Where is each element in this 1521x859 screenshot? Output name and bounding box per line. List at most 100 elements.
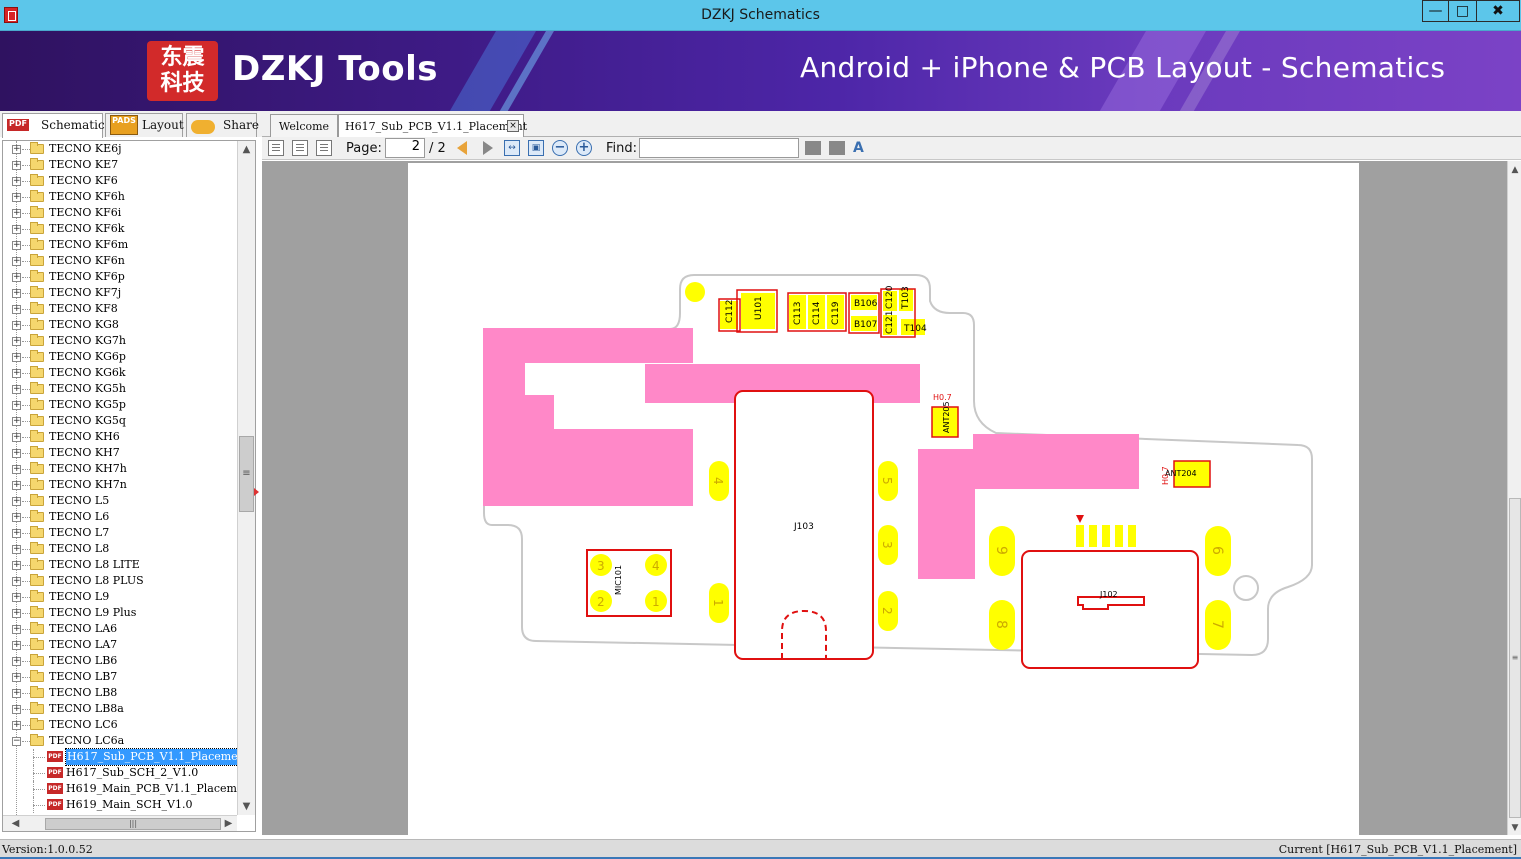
tree-folder[interactable]: + TECNO KE6j xyxy=(3,141,237,157)
expand-icon[interactable]: + xyxy=(12,609,21,618)
splitter-collapse-icon[interactable] xyxy=(254,488,259,496)
scroll-thumb[interactable]: ≡ xyxy=(1509,498,1521,818)
expand-icon[interactable]: + xyxy=(12,257,21,266)
expand-icon[interactable]: + xyxy=(12,497,21,506)
open-document-icon[interactable] xyxy=(268,140,284,156)
expand-icon[interactable]: + xyxy=(12,321,21,330)
find-next-icon[interactable] xyxy=(829,141,845,155)
scroll-thumb[interactable]: ||| xyxy=(45,818,221,830)
expand-icon[interactable]: + xyxy=(12,337,21,346)
fit-width-icon[interactable]: ↔ xyxy=(504,140,520,156)
tree-folder[interactable]: + TECNO L9 xyxy=(3,589,237,605)
expand-icon[interactable]: + xyxy=(12,721,21,730)
tree-folder[interactable]: + TECNO KG6k xyxy=(3,365,237,381)
tree-folder[interactable]: + TECNO KF6k xyxy=(3,221,237,237)
expand-icon[interactable]: + xyxy=(12,417,21,426)
tree-vertical-scrollbar[interactable]: ▲ ≡ ▼ xyxy=(237,141,255,815)
tree-file[interactable]: PDF H619_Main_PCB_V1.1_Placement xyxy=(3,781,237,797)
find-input[interactable] xyxy=(639,138,799,158)
tree-file[interactable]: PDF H617_Sub_SCH_2_V1.0 xyxy=(3,765,237,781)
tree-folder[interactable]: + TECNO L9 Plus xyxy=(3,605,237,621)
expand-icon[interactable]: + xyxy=(12,209,21,218)
tree-folder[interactable]: + TECNO KF6m xyxy=(3,237,237,253)
expand-icon[interactable]: + xyxy=(12,673,21,682)
expand-icon[interactable]: + xyxy=(12,145,21,154)
previous-page-icon[interactable] xyxy=(457,141,467,155)
tree-folder[interactable]: + TECNO KG5q xyxy=(3,413,237,429)
text-highlight-icon[interactable]: A xyxy=(853,140,869,156)
collapse-icon[interactable]: − xyxy=(12,737,21,746)
tab-welcome[interactable]: Welcome xyxy=(270,114,338,137)
expand-icon[interactable]: + xyxy=(12,657,21,666)
tree-folder[interactable]: + TECNO L6 xyxy=(3,509,237,525)
tree-folder[interactable]: + TECNO L8 LITE xyxy=(3,557,237,573)
tree-folder[interactable]: + TECNO L8 PLUS xyxy=(3,573,237,589)
tab-layout[interactable]: PADS Layout xyxy=(105,113,184,137)
tree-folder[interactable]: + TECNO KF6i xyxy=(3,205,237,221)
expand-icon[interactable]: + xyxy=(12,449,21,458)
expand-icon[interactable]: + xyxy=(12,513,21,522)
tree-folder[interactable]: + TECNO KF6n xyxy=(3,253,237,269)
find-previous-icon[interactable] xyxy=(805,141,821,155)
tab-share[interactable]: Share xyxy=(186,113,259,137)
expand-icon[interactable]: + xyxy=(12,545,21,554)
tree-folder[interactable]: + TECNO KF7j xyxy=(3,285,237,301)
scroll-thumb[interactable]: ≡ xyxy=(239,436,254,512)
expand-icon[interactable]: + xyxy=(12,369,21,378)
expand-icon[interactable]: + xyxy=(12,641,21,650)
tree-folder[interactable]: + TECNO L5 xyxy=(3,493,237,509)
expand-icon[interactable]: + xyxy=(12,193,21,202)
tree-folder[interactable]: + TECNO L8 xyxy=(3,541,237,557)
tree-folder[interactable]: + TECNO LA6 xyxy=(3,621,237,637)
close-tab-icon[interactable]: × xyxy=(507,120,519,132)
tree-folder[interactable]: + TECNO KG5p xyxy=(3,397,237,413)
scroll-down-icon[interactable]: ▼ xyxy=(1508,821,1521,835)
copy-document-icon[interactable] xyxy=(292,140,308,156)
expand-icon[interactable]: + xyxy=(12,305,21,314)
tree-folder[interactable]: + TECNO LB8a xyxy=(3,701,237,717)
expand-icon[interactable]: + xyxy=(12,433,21,442)
tree-folder[interactable]: + TECNO LB6 xyxy=(3,653,237,669)
expand-icon[interactable]: + xyxy=(12,353,21,362)
fit-page-icon[interactable]: ▣ xyxy=(528,140,544,156)
maximize-button[interactable]: □ xyxy=(1448,0,1476,22)
tree-folder[interactable]: + TECNO KF8 xyxy=(3,301,237,317)
expand-icon[interactable]: + xyxy=(12,577,21,586)
tree-folder[interactable]: + TECNO L7 xyxy=(3,525,237,541)
expand-icon[interactable]: + xyxy=(12,177,21,186)
tab-active-document[interactable]: H617_Sub_PCB_V1.1_Placement × xyxy=(338,114,527,137)
expand-icon[interactable]: + xyxy=(12,705,21,714)
expand-icon[interactable]: + xyxy=(12,225,21,234)
expand-icon[interactable]: + xyxy=(12,289,21,298)
tree-folder[interactable]: + TECNO KG7h xyxy=(3,333,237,349)
tree-folder[interactable]: + TECNO LA7 xyxy=(3,637,237,653)
tree-folder[interactable]: + TECNO KF6p xyxy=(3,269,237,285)
tree-file[interactable]: PDF H617_Sub_PCB_V1.1_Placement xyxy=(3,748,237,766)
document-viewer[interactable]: C112 U101 C113 C114 C119 B106 B107 C120 … xyxy=(262,161,1507,835)
tab-schematic[interactable]: PDF Schematic xyxy=(2,113,105,138)
scroll-left-icon[interactable]: ◀ xyxy=(7,816,24,831)
zoom-in-icon[interactable]: + xyxy=(576,140,592,156)
expand-icon[interactable]: + xyxy=(12,689,21,698)
tree-folder[interactable]: + TECNO KG6p xyxy=(3,349,237,365)
expand-icon[interactable]: + xyxy=(12,161,21,170)
tree-folder[interactable]: + TECNO KF6 xyxy=(3,173,237,189)
expand-icon[interactable]: + xyxy=(12,561,21,570)
scroll-right-icon[interactable]: ▶ xyxy=(220,816,237,831)
tree-folder[interactable]: + TECNO KH6 xyxy=(3,429,237,445)
tree-folder[interactable]: + TECNO KE7 xyxy=(3,157,237,173)
tree-folder[interactable]: + TECNO KH7h xyxy=(3,461,237,477)
expand-icon[interactable]: + xyxy=(12,385,21,394)
scroll-down-icon[interactable]: ▼ xyxy=(238,798,255,815)
expand-icon[interactable]: + xyxy=(12,529,21,538)
tree-folder[interactable]: + TECNO LB7 xyxy=(3,669,237,685)
export-document-icon[interactable] xyxy=(316,140,332,156)
expand-icon[interactable]: + xyxy=(12,401,21,410)
tree-folder[interactable]: + TECNO KG8 xyxy=(3,317,237,333)
minimize-button[interactable]: — xyxy=(1422,0,1448,22)
page-number-input[interactable]: 2 xyxy=(385,138,425,158)
zoom-out-icon[interactable]: − xyxy=(552,140,568,156)
tree-folder[interactable]: + TECNO KG5h xyxy=(3,381,237,397)
expand-icon[interactable]: + xyxy=(12,481,21,490)
close-button[interactable]: ✖ xyxy=(1476,0,1520,22)
